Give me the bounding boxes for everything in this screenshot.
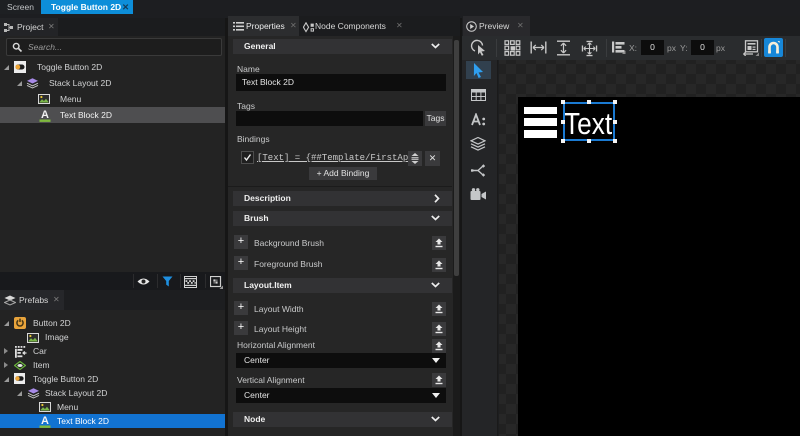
svg-text:A: A (41, 109, 49, 121)
svg-text:A: A (41, 415, 49, 427)
